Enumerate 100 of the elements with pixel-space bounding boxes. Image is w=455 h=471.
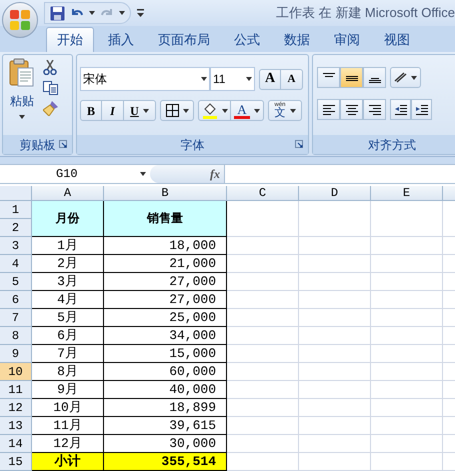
font-color-button[interactable]: A xyxy=(231,100,264,121)
table-cell: 5月 xyxy=(32,309,104,327)
vertical-align-button[interactable] xyxy=(317,67,340,88)
dropdown-caret-icon xyxy=(222,108,228,112)
group-label: 字体 xyxy=(180,136,204,154)
horizontal-align-button[interactable] xyxy=(317,99,340,120)
horizontal-align-button[interactable] xyxy=(363,99,386,120)
table-cell: 18,899 xyxy=(104,399,227,417)
dropdown-caret-icon xyxy=(19,115,25,119)
row-header[interactable]: 10 xyxy=(0,363,32,381)
paste-button[interactable]: 粘贴 xyxy=(7,58,37,119)
horizontal-align-button[interactable] xyxy=(340,99,363,120)
borders-icon xyxy=(166,104,178,117)
indent-button[interactable] xyxy=(411,99,432,120)
total-value-cell: 355,514 xyxy=(104,453,227,471)
table-cell: 6月 xyxy=(32,327,104,345)
column-header[interactable]: D xyxy=(299,186,371,201)
table-cell: 27,000 xyxy=(104,273,227,291)
dropdown-caret-icon xyxy=(182,108,188,112)
dialog-launcher-icon[interactable] xyxy=(295,140,303,148)
bold-button[interactable]: B xyxy=(80,100,102,121)
row-header[interactable]: 7 xyxy=(0,309,32,327)
fill-bucket-icon xyxy=(202,102,218,118)
orientation-button[interactable] xyxy=(390,67,421,88)
table-cell: 39,615 xyxy=(104,417,227,435)
total-label-cell: 小计 xyxy=(32,453,104,471)
table-header-cell: 销售量 xyxy=(104,201,227,237)
scissors-icon[interactable] xyxy=(43,60,57,75)
align-lines-icon xyxy=(346,104,358,114)
column-header[interactable]: B xyxy=(104,186,227,201)
name-box[interactable]: G10 xyxy=(0,165,150,183)
dropdown-caret-icon xyxy=(142,108,149,112)
brush-icon[interactable] xyxy=(43,101,58,116)
clipboard-icon xyxy=(9,58,35,88)
row-header[interactable]: 12 xyxy=(0,399,32,417)
ribbon-tab[interactable]: 视图 xyxy=(374,27,420,52)
table-cell: 25,000 xyxy=(104,309,227,327)
row-header[interactable]: 6 xyxy=(0,291,32,309)
shrink-font-button[interactable]: A xyxy=(281,68,303,90)
font-size-dropdown[interactable]: 11 xyxy=(210,67,255,91)
table-cell: 15,000 xyxy=(104,345,227,363)
group-label: 剪贴板 xyxy=(20,136,56,154)
save-icon[interactable] xyxy=(50,6,65,20)
table-cell: 27,000 xyxy=(104,291,227,309)
window-title: 工作表 在 新建 Microsoft Office xyxy=(276,4,455,22)
column-header[interactable]: A xyxy=(32,186,104,201)
table-cell: 8月 xyxy=(32,363,104,381)
column-header[interactable]: C xyxy=(227,186,299,201)
dropdown-caret-icon xyxy=(290,108,296,112)
dropdown-caret-icon xyxy=(254,108,260,112)
underline-button[interactable]: U xyxy=(124,100,156,121)
ribbon-tab[interactable]: 数据 xyxy=(274,27,320,52)
table-cell: 40,000 xyxy=(104,381,227,399)
ribbon-tab[interactable]: 审阅 xyxy=(324,27,370,52)
color-bar-icon xyxy=(234,116,250,118)
table-cell: 10月 xyxy=(32,399,104,417)
ribbon-tab[interactable]: 公式 xyxy=(224,27,270,52)
row-header[interactable]: 15 xyxy=(0,453,32,471)
table-cell: 34,000 xyxy=(104,327,227,345)
row-header[interactable]: 3 xyxy=(0,237,32,255)
row-header[interactable]: 8 xyxy=(0,327,32,345)
table-cell: 1月 xyxy=(32,237,104,255)
borders-button[interactable] xyxy=(160,100,194,121)
dropdown-caret-icon xyxy=(140,172,146,176)
fill-color-button[interactable] xyxy=(198,100,231,121)
insert-function-button[interactable]: fx xyxy=(210,165,220,183)
dropdown-caret-icon xyxy=(246,77,252,81)
row-header[interactable]: 13 xyxy=(0,417,32,435)
ribbon-tab[interactable]: 插入 xyxy=(98,27,144,52)
row-header[interactable]: 4 xyxy=(0,255,32,273)
table-cell: 3月 xyxy=(32,273,104,291)
slanted-text-icon xyxy=(394,72,407,83)
dialog-launcher-icon[interactable] xyxy=(59,140,67,148)
table-cell: 11月 xyxy=(32,417,104,435)
group-label: 对齐方式 xyxy=(368,136,416,154)
row-header[interactable]: 5 xyxy=(0,273,32,291)
dropdown-caret-icon xyxy=(411,76,417,80)
copy-icon[interactable] xyxy=(43,81,58,95)
align-lines-icon xyxy=(322,104,334,114)
row-header[interactable]: 14 xyxy=(0,435,32,453)
vertical-align-button[interactable] xyxy=(363,67,386,88)
indent-button[interactable] xyxy=(390,99,411,120)
ribbon-tab[interactable]: 开始 xyxy=(46,27,94,52)
row-header[interactable]: 9 xyxy=(0,345,32,363)
italic-button[interactable]: I xyxy=(102,100,124,121)
grow-font-button[interactable]: A xyxy=(259,68,281,90)
table-cell: 2月 xyxy=(32,255,104,273)
table-cell: 60,000 xyxy=(104,363,227,381)
column-header[interactable]: E xyxy=(371,186,443,201)
row-header[interactable]: 11 xyxy=(0,381,32,399)
vertical-align-button[interactable] xyxy=(340,67,363,88)
indent-icon xyxy=(416,104,428,114)
row-header[interactable]: 2 xyxy=(0,219,32,237)
font-name-dropdown[interactable]: 宋体 xyxy=(80,67,210,91)
customize-toolbar-icon[interactable] xyxy=(137,9,144,17)
dropdown-caret-icon xyxy=(89,11,95,15)
indent-icon xyxy=(394,104,406,114)
table-cell: 7月 xyxy=(32,345,104,363)
ribbon-tab[interactable]: 页面布局 xyxy=(148,27,220,52)
row-header[interactable]: 1 xyxy=(0,201,32,219)
